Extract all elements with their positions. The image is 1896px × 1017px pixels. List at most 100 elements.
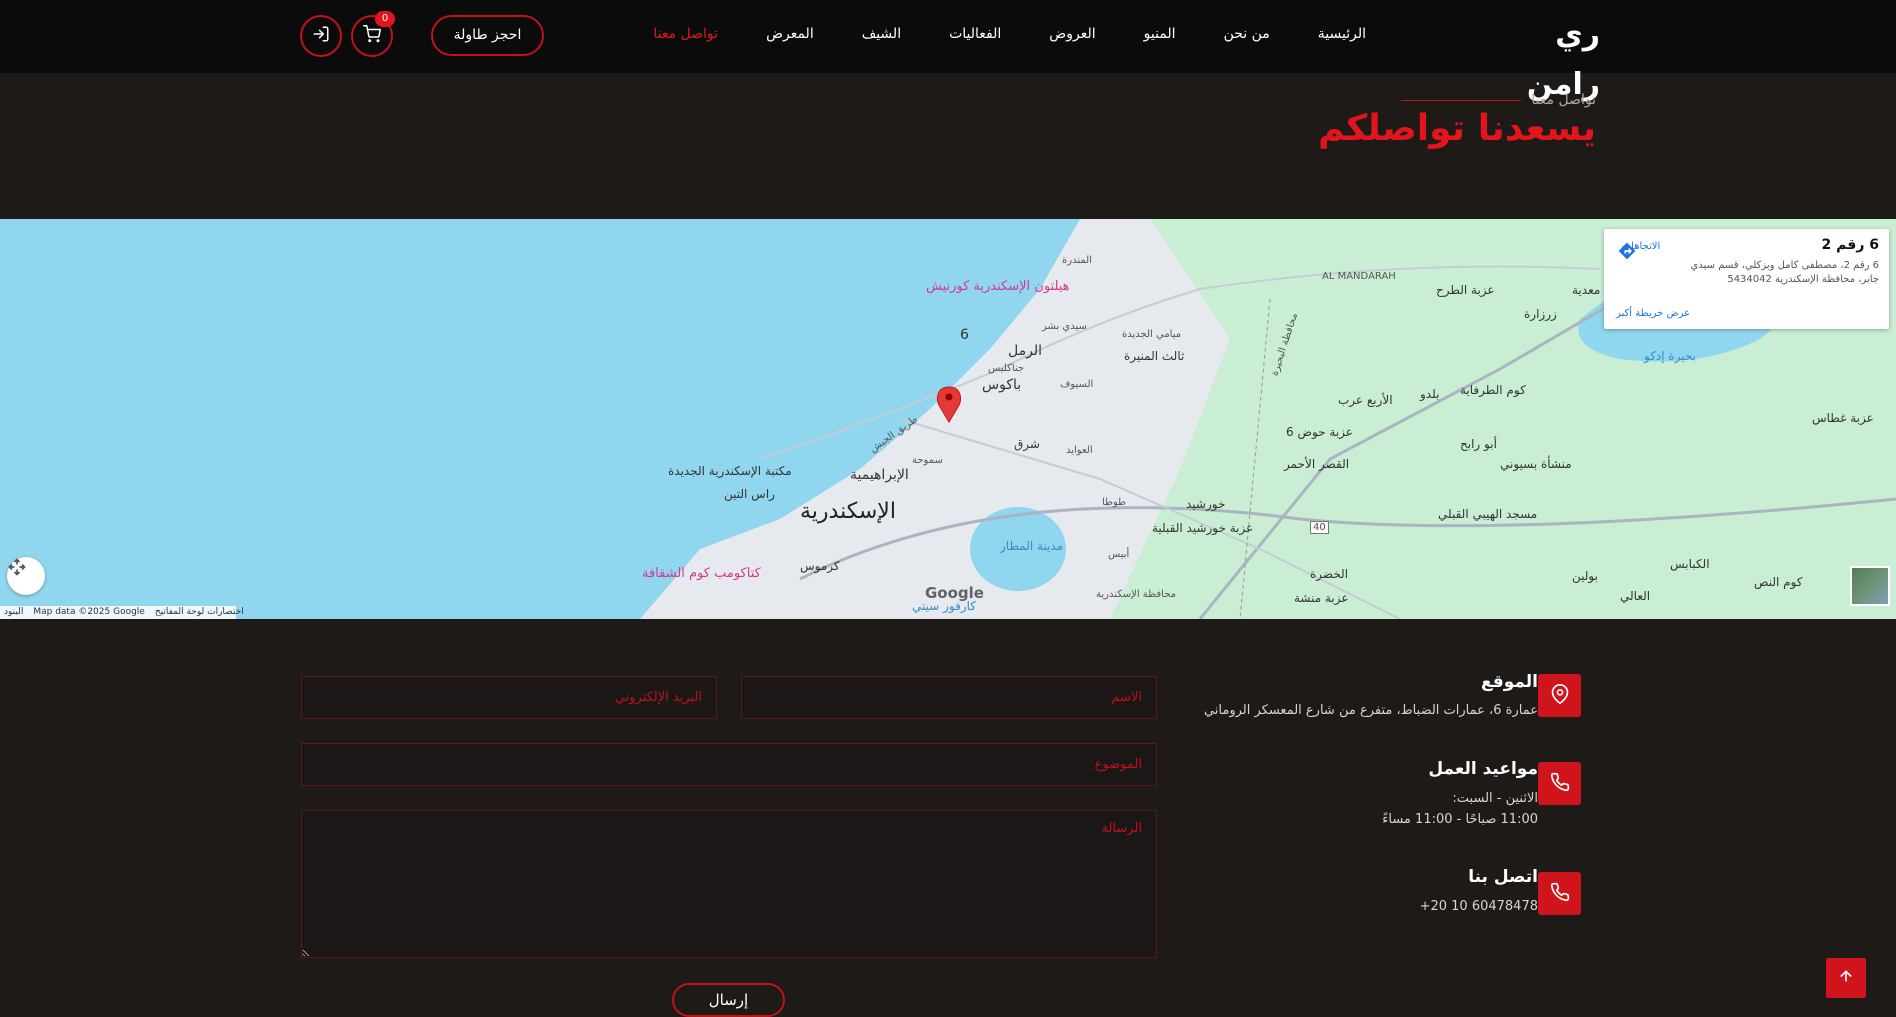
login-button[interactable]: [300, 15, 342, 57]
map-label-library: مكتبة الإسكندرية الجديدة: [668, 464, 792, 478]
name-input[interactable]: [741, 676, 1157, 719]
map-pin-icon: [1550, 683, 1570, 708]
map-label-maadia: معدية: [1572, 283, 1601, 297]
nav-contact[interactable]: تواصل معنا: [629, 16, 742, 52]
map-label-road40: 40: [1310, 521, 1329, 534]
location-text: عمارة 6، عمارات الضباط، متفرع من شارع ال…: [1203, 703, 1538, 718]
map-label-izbet-hos: عزبة حوض 6: [1286, 425, 1353, 439]
map-pin-label: 6: [960, 327, 969, 343]
map-label-kabasy: الكبابس: [1670, 557, 1710, 571]
nav-menu[interactable]: المنيو: [1120, 16, 1200, 52]
map-label-kom-shoqafa: كتاكومب كوم الشقافة: [642, 566, 761, 581]
map-fullscreen-button[interactable]: [7, 557, 45, 595]
subject-input[interactable]: [301, 743, 1157, 786]
arrow-up-icon: [1838, 968, 1854, 988]
cart-count-badge: 0: [375, 11, 395, 27]
map-label-hilton: هيلتون الإسكندرية كورنيش: [926, 279, 1070, 294]
login-icon: [312, 25, 330, 47]
map-label-siouf: السيوف: [1060, 379, 1094, 390]
map-label-abis: أبيس: [1108, 549, 1130, 560]
map-label-ghatas: عزبة غطاس: [1812, 411, 1874, 425]
map-label-khadra: الخضرة: [1310, 567, 1349, 581]
map-label-mondara: المندرة: [1062, 255, 1092, 266]
map-label-awaed: العوايد: [1066, 445, 1093, 456]
section-eyebrow: تواصل معنا: [1400, 90, 1596, 110]
hours-time: 11:00 صباحًا - 11:00 مساءً: [1382, 812, 1538, 827]
map-shortcuts-link[interactable]: اختصارات لوحة المفاتيح: [155, 606, 244, 619]
map-label-aly: العالي: [1620, 589, 1651, 603]
map-label-victoria: جناكليس: [988, 363, 1025, 374]
map-satellite-toggle[interactable]: [1850, 566, 1890, 606]
map-label-zarzara: زرزارة: [1524, 307, 1557, 321]
map-label-miami: ميامي الجديدة: [1122, 329, 1182, 340]
hours-title: مواعيد العمل: [1428, 759, 1538, 779]
map-label-raml: الرمل: [1008, 343, 1042, 359]
map-label-mandarah: AL MANDARAH: [1322, 271, 1396, 282]
map-larger-link[interactable]: عرض خريطة أكبر: [1616, 308, 1690, 319]
map-place-card: 6 رقم 2 6 رقم 2، مصطفى كامل وبزكلي، قسم …: [1604, 229, 1889, 329]
eyebrow-divider: [1401, 99, 1522, 101]
google-map[interactable]: 6 الإسكندرية الرمل باكوس الإبراهيمية راس…: [0, 219, 1896, 619]
map-label-ras-tin: راس التين: [724, 487, 775, 501]
map-label-mosque: مسجد الهيبي القبلي: [1438, 507, 1538, 521]
map-directions-link[interactable]: الاتجاهات: [1616, 241, 1666, 260]
scroll-to-top-button[interactable]: [1826, 958, 1866, 998]
email-input[interactable]: [301, 676, 717, 719]
map-attribution: البنود Map data ©2025 Google اختصارات لو…: [0, 606, 244, 619]
map-label-tota: طوطا: [1102, 497, 1127, 508]
nav-events[interactable]: الفعاليات: [925, 16, 1025, 52]
map-label-smouha: سموحة: [912, 455, 943, 466]
map-label-mansheyat-basyouni: منشأة بسيوني: [1500, 457, 1572, 471]
map-label-alexandria: الإسكندرية: [800, 499, 896, 524]
map-label-baldo: بلدو: [1420, 387, 1440, 401]
map-label-airport-lake: مدينة المطار: [1000, 539, 1064, 553]
site-header: ري رامن الرئيسية من نحن المنيو العروض ال…: [0, 0, 1896, 102]
message-textarea[interactable]: [301, 810, 1157, 958]
map-label-arbaa-arab: الأربع عرب: [1338, 393, 1393, 407]
send-button[interactable]: إرسال: [672, 983, 785, 1017]
hours-days: الاثنين - السبت:: [1452, 791, 1538, 806]
map-label-third-mounira: ثالث المنيرة: [1124, 349, 1185, 363]
main-nav: الرئيسية من نحن المنيو العروض الفعاليات …: [653, 16, 1390, 52]
site-logo[interactable]: ري رامن: [1490, 10, 1600, 102]
map-label-qasr-ahmar: القصر الأحمر: [1284, 457, 1350, 471]
map-label-kom-nos: كوم النص: [1754, 575, 1803, 589]
map-label-manshaa: عزبة منشة: [1294, 591, 1349, 605]
phone-icon: [1550, 882, 1570, 906]
nav-chef[interactable]: الشيف: [838, 16, 925, 52]
map-label-idku-lake: بحيرة إدكو: [1644, 349, 1697, 363]
nav-about[interactable]: من نحن: [1200, 16, 1294, 52]
book-table-button[interactable]: احجز طاولة: [431, 15, 544, 56]
page-title: يسعدنا تواصلكم: [1318, 108, 1596, 149]
map-label-abu-rabee: أبو رابح: [1460, 437, 1497, 451]
page: ري رامن الرئيسية من نحن المنيو العروض ال…: [0, 0, 1896, 1017]
map-label-khorshid-qibleya: عزبة خورشيد القبلية: [1152, 521, 1254, 535]
map-label-sidi-bishr: سيدي بشر: [1042, 321, 1087, 332]
map-label-kom-tarfaya: كوم الطرفاية: [1460, 383, 1526, 397]
eyebrow-text: تواصل معنا: [1531, 92, 1596, 108]
map-label-izbet-tarh: عزبة الطرح: [1436, 283, 1495, 297]
map-place-address: 6 رقم 2، مصطفى كامل وبزكلي، قسم سيدي جاب…: [1690, 260, 1879, 285]
map-data-credit: Map data ©2025 Google: [33, 607, 145, 617]
nav-gallery[interactable]: المعرض: [742, 16, 838, 52]
page-heading: تواصل معنا يسعدنا تواصلكم: [0, 74, 1896, 219]
nav-home[interactable]: الرئيسية: [1294, 16, 1390, 52]
phone-title: اتصل بنا: [1468, 867, 1538, 887]
map-label-gov-alex: محافظة الإسكندرية: [1096, 589, 1177, 600]
map-label-shark: شرق: [1014, 437, 1040, 451]
google-logo: Google: [925, 584, 984, 602]
map-label-ibrahimia: الإبراهيمية: [850, 467, 909, 483]
phone-icon: [1550, 772, 1570, 796]
cart-button[interactable]: 0: [351, 11, 395, 57]
location-title: الموقع: [1480, 672, 1538, 692]
cart-icon: [363, 25, 381, 47]
map-label-bolin: بولين: [1572, 569, 1598, 583]
map-label-karmus: كرموس: [800, 559, 840, 573]
location-icon-box: [1538, 674, 1581, 717]
map-label-bakos: باكوس: [982, 377, 1022, 393]
hours-icon-box: [1538, 762, 1581, 805]
map-label-khorshid: خورشيد: [1186, 497, 1226, 511]
phone-number[interactable]: +20 10 60478478: [1300, 896, 1538, 917]
nav-offers[interactable]: العروض: [1025, 16, 1119, 52]
map-terms-link[interactable]: البنود: [4, 606, 23, 619]
